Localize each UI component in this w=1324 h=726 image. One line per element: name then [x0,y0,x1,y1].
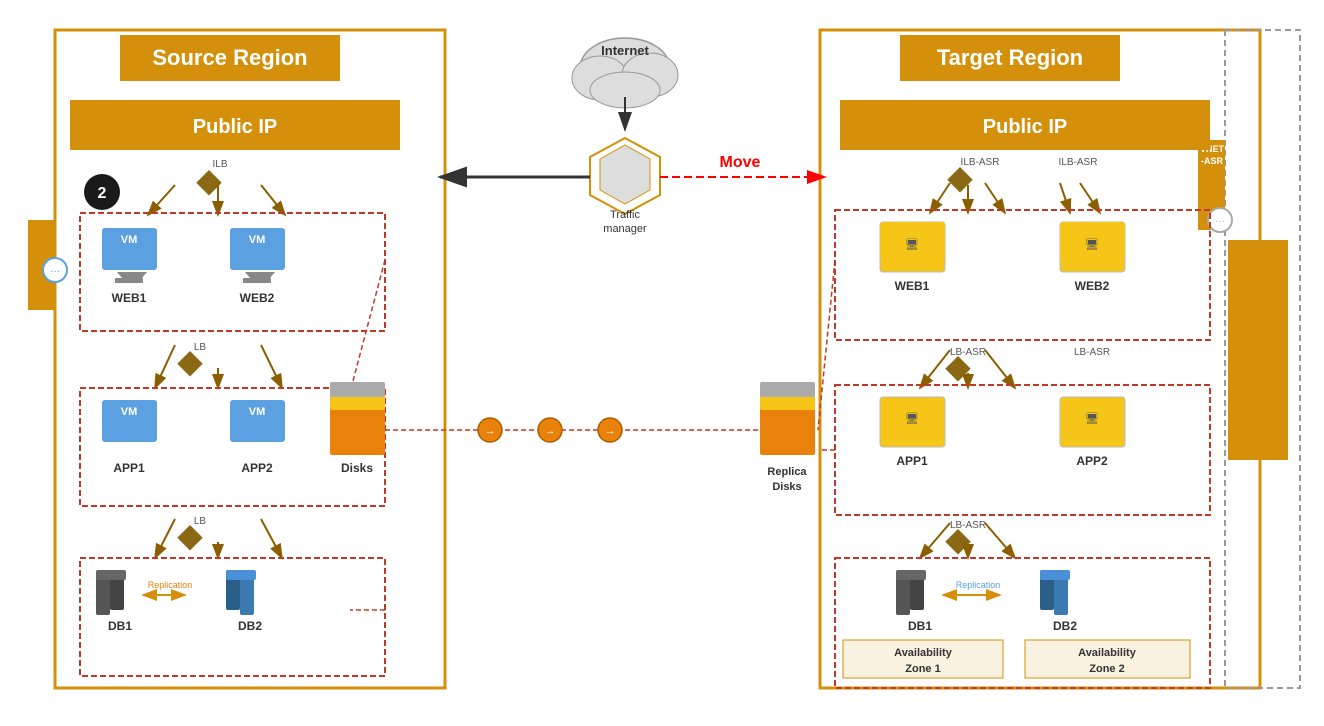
svg-text:APP2: APP2 [241,461,273,475]
svg-text:APP2: APP2 [1076,454,1108,468]
svg-text:-ASR: -ASR [1201,156,1223,166]
svg-text:Public IP: Public IP [193,116,277,138]
svg-text:ILB-ASR: ILB-ASR [961,157,1000,168]
svg-text:ILB: ILB [212,159,227,170]
svg-text:LB-ASR: LB-ASR [950,347,986,358]
svg-text:Source Region: Source Region [152,45,307,70]
svg-text:LB: LB [194,516,207,527]
svg-text:ILB-ASR: ILB-ASR [1059,157,1098,168]
svg-text:VM: VM [121,406,138,418]
diagram-container: VNET ··· VNET -ASR ··· Public IP Public … [0,0,1324,726]
svg-text:🖥: 🖥 [1085,238,1099,251]
svg-text:APP1: APP1 [896,454,928,468]
svg-text:WEB1: WEB1 [895,279,930,293]
svg-text:Replica: Replica [767,466,807,478]
svg-text:Disks: Disks [341,461,373,475]
svg-text:VM: VM [249,234,266,246]
svg-text:DB2: DB2 [1053,619,1077,633]
diagram-svg: VNET ··· VNET -ASR ··· Public IP Public … [0,0,1324,726]
svg-text:VM: VM [249,406,266,418]
svg-text:Replication: Replication [956,580,1001,590]
svg-text:Zone 2: Zone 2 [1089,663,1124,675]
svg-text:→: → [545,425,556,437]
svg-text:LB-ASR: LB-ASR [950,520,986,531]
svg-text:APP1: APP1 [113,461,145,475]
svg-text:🖥: 🖥 [1085,412,1099,425]
svg-text:Disks: Disks [772,481,801,493]
svg-text:manager: manager [603,223,647,235]
svg-text:Replication: Replication [148,580,193,590]
svg-text:Availability: Availability [894,647,953,659]
svg-text:Public IP: Public IP [983,116,1067,138]
svg-text:WEB2: WEB2 [240,291,275,305]
svg-text:Zone 1: Zone 1 [905,663,940,675]
svg-text:VNET: VNET [1200,144,1225,154]
svg-text:→: → [605,425,616,437]
svg-text:···: ··· [50,266,60,277]
svg-text:VM: VM [121,234,138,246]
svg-text:🖥: 🖥 [905,412,919,425]
svg-text:→: → [485,425,496,437]
svg-text:🖥: 🖥 [905,238,919,251]
svg-text:Availability: Availability [1078,647,1137,659]
svg-text:DB1: DB1 [108,619,132,633]
svg-text:DB1: DB1 [908,619,932,633]
svg-text:Traffic: Traffic [610,209,640,221]
svg-text:VNET: VNET [79,207,90,234]
svg-text:2: 2 [98,185,107,202]
svg-text:···: ··· [1215,216,1225,227]
svg-text:LB-ASR: LB-ASR [1074,347,1110,358]
svg-text:Internet: Internet [601,43,649,58]
svg-text:WEB1: WEB1 [112,291,147,305]
svg-text:LB: LB [194,342,207,353]
svg-text:Target Region: Target Region [937,45,1083,70]
svg-text:Move: Move [720,154,761,171]
svg-text:DB2: DB2 [238,619,262,633]
svg-text:WEB2: WEB2 [1075,279,1110,293]
